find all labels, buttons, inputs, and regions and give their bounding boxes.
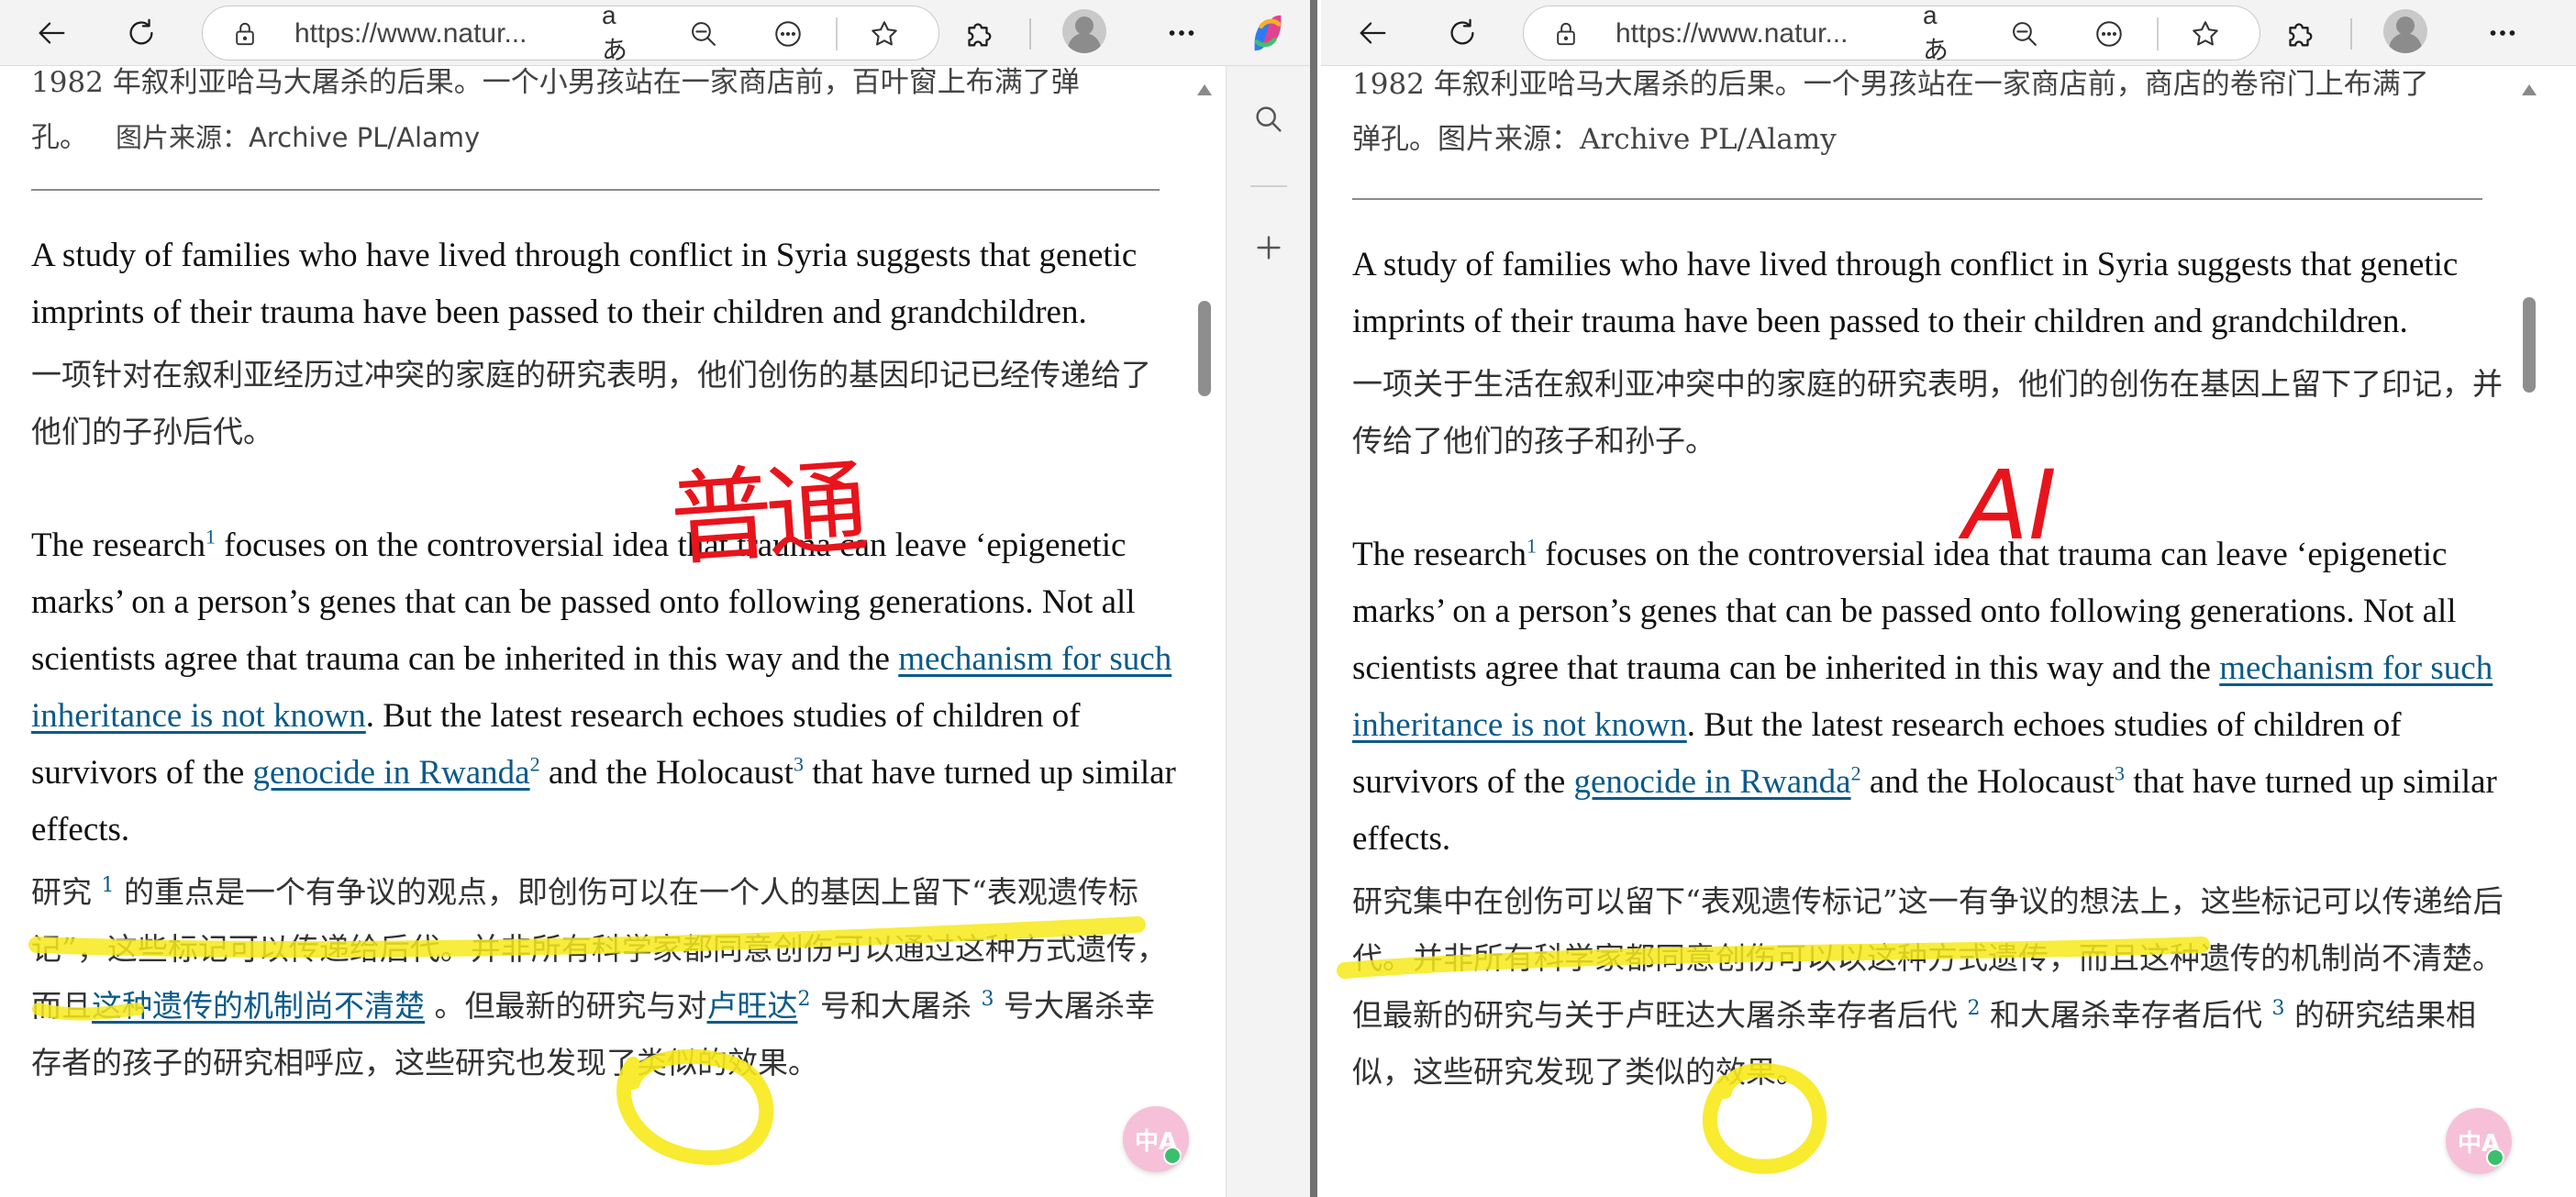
footnote-ref[interactable]: 3 [981, 988, 994, 1011]
add-icon [1257, 236, 1281, 260]
footnote-ref[interactable]: 3 [2115, 762, 2125, 785]
footnote-ref[interactable]: 2 [798, 988, 811, 1011]
extensions-button[interactable] [954, 9, 1002, 57]
zoom-out-icon[interactable] [687, 17, 720, 50]
text: 。但最新的研究与对 [425, 988, 707, 1024]
paragraph-en: The research1 focuses on the controversi… [31, 517, 1178, 859]
divider [31, 189, 1160, 191]
right-scrollbar[interactable] [2519, 84, 2539, 1197]
left-article: 1982 年叙利亚哈马大屠杀的后果。一个小男孩站在一家商店前，百叶窗上布满了弹 … [31, 66, 1178, 1092]
translate-button[interactable]: 中A [2446, 1108, 2512, 1174]
article-link[interactable]: genocide in Rwanda [1574, 763, 1851, 801]
caption-source: 图片来源：Archive PL/Alamy [116, 122, 481, 153]
scroll-up-arrow[interactable] [2522, 84, 2537, 95]
paragraph-cn: 一项关于生活在叙利亚冲突中的家庭的研究表明，他们的创伤在基因上留下了印记，并传给… [1352, 366, 2503, 459]
text: 号和大屠杀 [810, 988, 982, 1024]
lock-icon [1557, 22, 1575, 46]
footnote-ref[interactable]: 1 [205, 526, 216, 549]
address-bar[interactable]: https://www.natur... aあ [1523, 1, 2260, 64]
text: 研究 [31, 874, 102, 910]
divider [1352, 198, 2482, 200]
right-browser-window: https://www.natur... aあ 1982 年叙利亚哈马大屠杀的后… [1321, 0, 2576, 1197]
refresh-button[interactable] [117, 9, 165, 57]
translate-icon: 中A [2457, 1129, 2501, 1158]
right-article: 1982 年叙利亚哈马大屠杀的后果。一个男孩站在一家商店前，商店的卷帘门上布满了… [1352, 66, 2517, 1101]
paragraph-en: The research1 focuses on the controversi… [1352, 526, 2517, 868]
scroll-thumb[interactable] [1198, 301, 1211, 396]
left-browser-window: https://www.natur... aあ 1982 年叙利亚哈马大屠杀的后… [0, 0, 1314, 1197]
left-scrollbar[interactable] [1194, 84, 1215, 1197]
image-caption: 1982 年叙利亚哈马大屠杀的后果。一个小男孩站在一家商店前，百叶窗上布满了弹 … [31, 55, 1178, 165]
more-icon[interactable] [2093, 17, 2126, 50]
extensions-icon [968, 23, 992, 47]
read-aloud-icon[interactable]: aあ [1923, 1, 1956, 64]
menu-button[interactable] [2479, 9, 2526, 57]
paragraph-cn: 研究 1 的重点是一个有争议的观点，即创伤可以在一个人的基因上留下“表观遗传标记… [31, 864, 1178, 1092]
caption-line: 孔。 [31, 121, 88, 154]
profile-icon[interactable] [1062, 9, 1106, 53]
sidebar-add-button[interactable] [1245, 224, 1293, 272]
extensions-icon [2289, 23, 2313, 47]
read-aloud-icon[interactable]: aあ [602, 1, 635, 64]
address-bar[interactable]: https://www.natur... aあ [202, 1, 939, 64]
lock-icon [236, 22, 254, 46]
paragraph-en: A study of families who have lived throu… [1352, 246, 2459, 340]
edge-sidebar [1226, 66, 1310, 1197]
footnote-ref[interactable]: 2 [1851, 762, 1861, 785]
paragraph-cn: 一项针对在叙利亚经历过冲突的家庭的研究表明，他们创伤的基因印记已经传递给了他们的… [31, 357, 1151, 449]
article-link[interactable]: genocide in Rwanda [253, 754, 530, 792]
favorite-icon[interactable] [2189, 17, 2222, 50]
profile-icon[interactable] [2383, 9, 2427, 53]
text: 和大屠杀幸存者后代 [1980, 997, 2272, 1033]
image-caption: 1982 年叙利亚哈马大屠杀的后果。一个男孩站在一家商店前，商店的卷帘门上布满了… [1352, 57, 2517, 167]
favorite-icon[interactable] [868, 17, 901, 50]
paragraph-cn: 研究集中在创伤可以留下“表观遗传标记”这一有争议的想法上，这些标记可以传递给后代… [1352, 873, 2517, 1101]
url-text[interactable]: https://www.natur... [1616, 18, 1882, 50]
back-icon [1360, 22, 1386, 44]
menu-icon [1169, 30, 1194, 36]
text: and the Holocaust [1860, 763, 2115, 801]
window-splitter[interactable] [1310, 0, 1317, 1197]
refresh-icon [1450, 18, 1474, 45]
back-button[interactable] [1349, 9, 1396, 57]
extensions-button[interactable] [2275, 9, 2323, 57]
text: The research [31, 526, 206, 564]
refresh-button[interactable] [1438, 9, 1486, 57]
refresh-icon [129, 18, 153, 45]
caption-line: 1982 年叙利亚哈马大屠杀的后果。一个男孩站在一家商店前，商店的卷帘门上布满了 [1352, 68, 2429, 101]
footnote-ref[interactable]: 1 [102, 874, 115, 897]
sidebar-search-button[interactable] [1245, 95, 1293, 143]
footnote-ref[interactable]: 2 [530, 753, 540, 776]
translate-button[interactable]: 中A [1123, 1106, 1189, 1172]
caption-line: 弹孔。图片来源：Archive PL/Alamy [1352, 123, 1837, 156]
copilot-icon [1254, 15, 1282, 51]
zoom-out-icon[interactable] [2008, 17, 2041, 50]
text: and the Holocaust [539, 754, 794, 792]
back-icon [39, 22, 65, 44]
paragraph-en: A study of families who have lived throu… [31, 237, 1138, 331]
text: The research [1352, 536, 1527, 573]
footnote-ref[interactable]: 3 [794, 753, 804, 776]
back-button[interactable] [28, 9, 75, 57]
article-link[interactable]: 卢旺达 [707, 988, 798, 1024]
search-icon [1256, 106, 1282, 132]
menu-button[interactable] [1158, 9, 1205, 57]
footnote-ref[interactable]: 1 [1527, 535, 1537, 558]
footnote-ref[interactable]: 2 [1968, 997, 1981, 1020]
scroll-thumb[interactable] [2523, 297, 2536, 393]
url-text[interactable]: https://www.natur... [294, 18, 561, 50]
translate-icon: 中A [1134, 1127, 1178, 1156]
menu-icon [2490, 30, 2515, 36]
article-link[interactable]: 这种遗传的机制尚不清楚 [92, 988, 425, 1024]
caption-line: 1982 年叙利亚哈马大屠杀的后果。一个小男孩站在一家商店前，百叶窗上布满了弹 [31, 66, 1080, 99]
footnote-ref[interactable]: 3 [2271, 997, 2284, 1020]
more-icon[interactable] [772, 17, 805, 50]
scroll-up-arrow[interactable] [1197, 84, 1212, 95]
copilot-button[interactable] [1226, 0, 1310, 66]
